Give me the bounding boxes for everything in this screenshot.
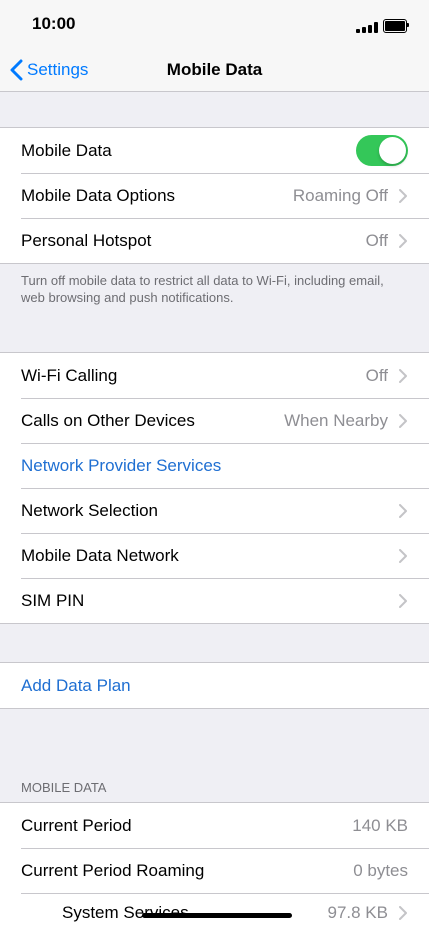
chevron-right-icon (399, 906, 407, 920)
page-title: Mobile Data (166, 60, 263, 79)
battery-cap (407, 23, 409, 27)
mobile-data-row: Mobile Data (0, 128, 429, 173)
chevron-right-icon (399, 189, 407, 203)
home-indicator[interactable] (142, 913, 292, 918)
personal-hotspot-value: Off (365, 230, 388, 250)
network-selection-row[interactable]: Network Selection (0, 488, 429, 533)
mobile-data-footnote: Turn off mobile data to restrict all dat… (21, 273, 384, 305)
current-period-roaming-label: Current Period Roaming (21, 860, 205, 880)
mobile-data-options-label: Mobile Data Options (21, 185, 176, 205)
mobile-data-options-row[interactable]: Mobile Data Options Roaming Off (0, 173, 429, 218)
sim-pin-row[interactable]: SIM PIN (0, 578, 429, 623)
system-services-value: 97.8 KB (327, 903, 389, 922)
mobile-data-network-row[interactable]: Mobile Data Network (0, 533, 429, 578)
chevron-right-icon (399, 594, 407, 608)
calls-other-devices-value: When Nearby (284, 410, 388, 430)
chevron-right-icon (399, 504, 407, 518)
toggle-knob (379, 137, 406, 164)
chevron-right-icon (399, 369, 407, 383)
current-period-roaming-value: 0 bytes (353, 860, 408, 880)
network-provider-services-link[interactable]: Network Provider Services (21, 456, 221, 476)
mobile-data-group: Mobile Data Mobile Data Options Roaming … (0, 127, 429, 264)
personal-hotspot-label: Personal Hotspot (21, 230, 152, 250)
mobile-data-label: Mobile Data (21, 140, 112, 160)
calls-other-devices-row[interactable]: Calls on Other Devices When Nearby (0, 398, 429, 443)
current-period-row: Current Period 140 KB (0, 803, 429, 848)
current-period-value: 140 KB (352, 815, 408, 835)
navigation-bar: Settings Mobile Data (0, 50, 429, 92)
mobile-data-network-label: Mobile Data Network (21, 545, 179, 565)
chevron-right-icon (399, 234, 407, 248)
add-data-plan-link[interactable]: Add Data Plan (21, 676, 131, 696)
current-period-label: Current Period (21, 815, 132, 835)
current-period-roaming-row: Current Period Roaming 0 bytes (0, 848, 429, 893)
chevron-right-icon (399, 414, 407, 428)
mobile-data-options-value: Roaming Off (292, 185, 388, 205)
wifi-calling-row[interactable]: Wi-Fi Calling Off (0, 353, 429, 398)
chevron-right-icon (399, 549, 407, 563)
mobile-data-section-header: MOBILE DATA (21, 780, 107, 795)
network-provider-services-row[interactable]: Network Provider Services (0, 443, 429, 488)
personal-hotspot-row[interactable]: Personal Hotspot Off (0, 218, 429, 263)
sim-pin-label: SIM PIN (21, 590, 85, 610)
calls-other-devices-label: Calls on Other Devices (21, 410, 195, 430)
add-data-plan-row[interactable]: Add Data Plan (0, 663, 429, 708)
wifi-calling-value: Off (365, 365, 388, 385)
calling-network-group: Wi-Fi Calling Off Calls on Other Devices… (0, 352, 429, 624)
wifi-calling-label: Wi-Fi Calling (21, 365, 118, 385)
network-selection-label: Network Selection (21, 500, 159, 520)
status-bar: 10:00 (0, 0, 429, 50)
data-plan-group: Add Data Plan (0, 662, 429, 709)
status-time: 10:00 (32, 14, 76, 33)
signal-icon (356, 22, 378, 33)
mobile-data-toggle[interactable] (356, 135, 408, 166)
battery-icon (383, 19, 407, 33)
